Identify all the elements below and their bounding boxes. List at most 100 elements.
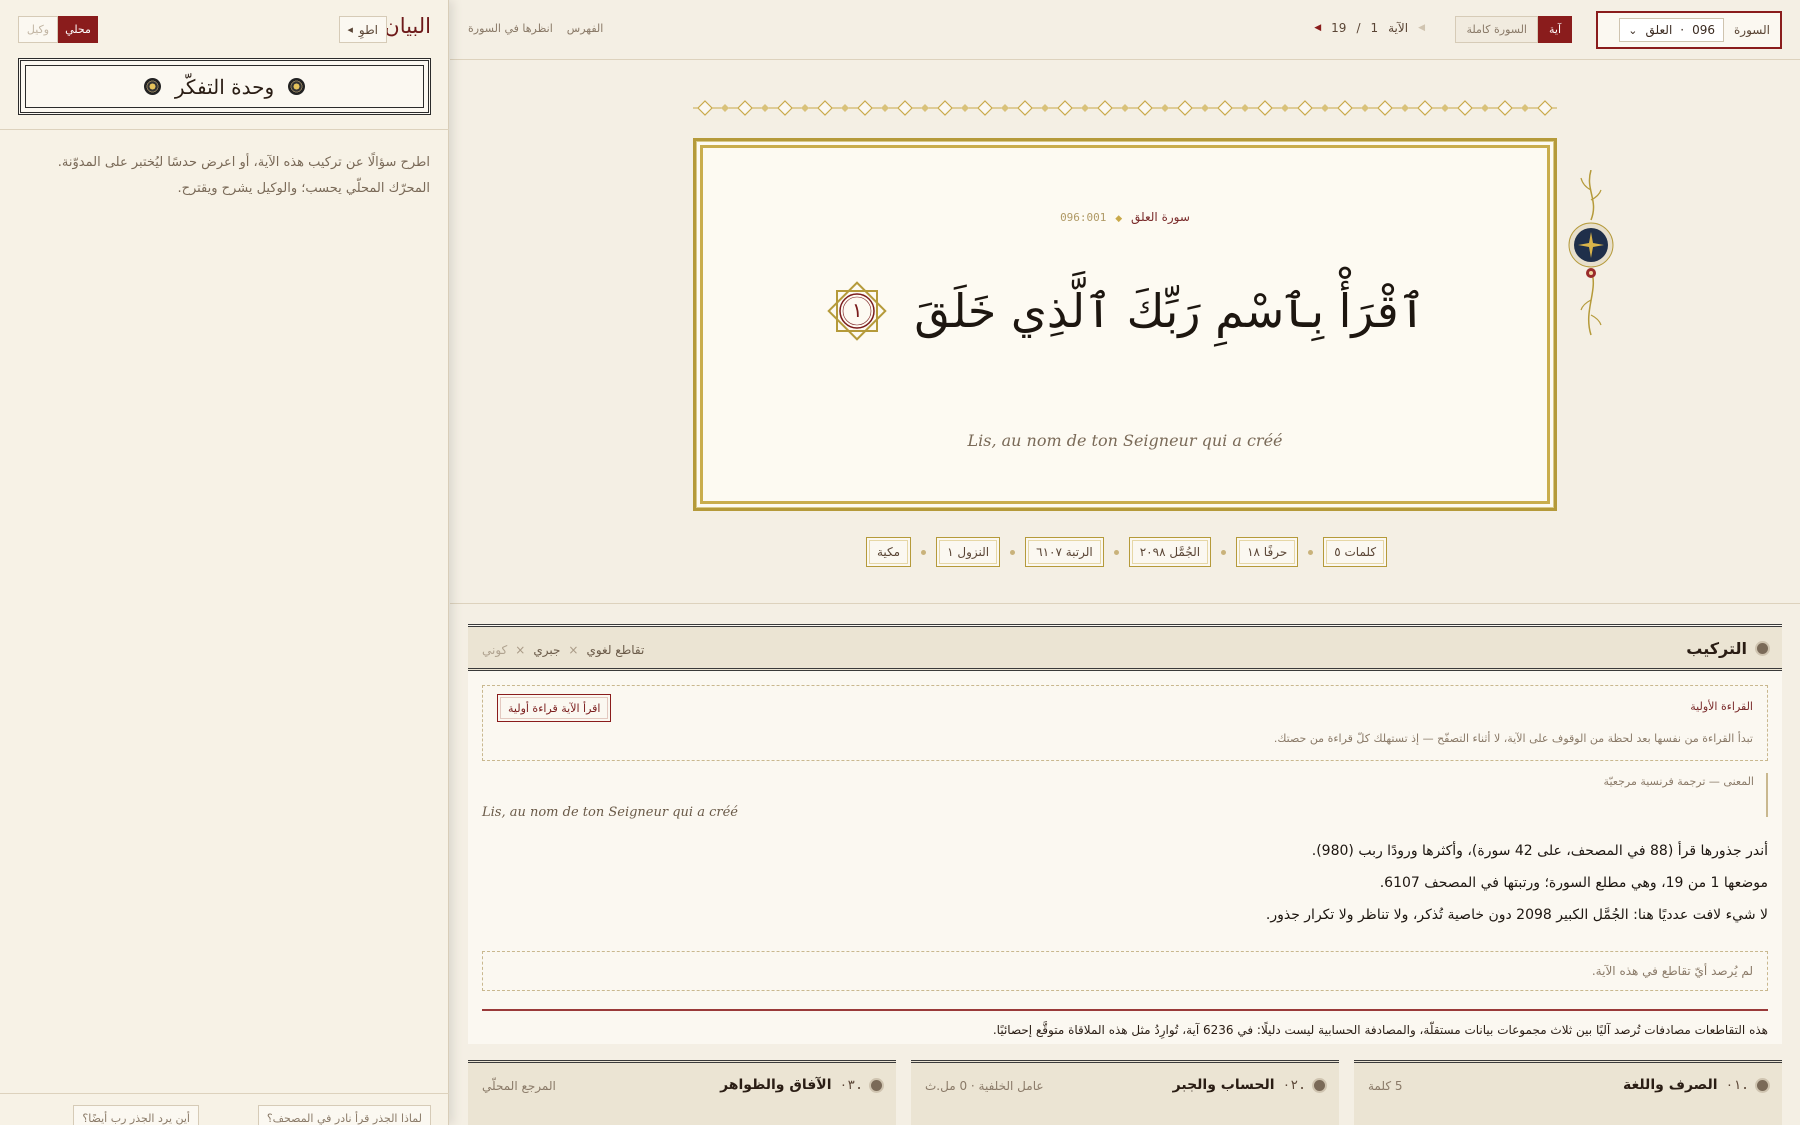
composition-title: التركيب (1686, 639, 1768, 658)
bullet-icon (1314, 1079, 1325, 1091)
ornament-diamond-small (1361, 104, 1369, 112)
ornament-diamond (1337, 100, 1353, 116)
meaning-label: المعنى — ترجمة فرنسية مرجعيّة (1603, 775, 1754, 788)
ornament-diamond (1417, 100, 1433, 116)
view-in-surah-link[interactable]: انظرها في السورة (468, 22, 553, 35)
top-bar: السورة 096 · العلق ⌄ آية السورة كاملة ◀ … (450, 0, 1800, 60)
surah-select-value[interactable]: 096 · العلق ⌄ (1619, 18, 1725, 42)
meaning-text: Lis, au nom de ton Seigneur qui a créé (482, 805, 738, 820)
view-ayah-button[interactable]: آية (1537, 16, 1572, 43)
analysis-line: لا شيء لافت عدديًا هنا: الجُمَّل الكبير … (1265, 907, 1768, 923)
ornament-diamond (1457, 100, 1473, 116)
metric-jummal: الجُمَّل ٢٠٩٨ (1128, 537, 1212, 567)
verse-arabic: ٱقْرَأْ بِٱسْمِ رَبِّكَ ٱلَّذِي خَلَقَ ١ (703, 278, 1547, 344)
ornament-diamond (1257, 100, 1273, 116)
filter-cosmic[interactable]: كوني (482, 643, 507, 657)
separator-x: × (568, 643, 579, 657)
ornament-diamond-small (921, 104, 929, 112)
ornament-diamond (1177, 100, 1193, 116)
ornament-diamond (1217, 100, 1233, 116)
composition-section: التركيب تقاطع لغوي × جبري × كوني القراءة… (468, 624, 1782, 1044)
ornament-diamond (857, 100, 873, 116)
composition-filters: تقاطع لغوي × جبري × كوني (482, 643, 644, 657)
ornament-diamond (1137, 100, 1153, 116)
suggestion-chip[interactable]: أين يرد الجذر رب أيضًا؟ (73, 1105, 199, 1125)
ornament-diamond-small (1441, 104, 1449, 112)
meaning-accent-bar (1766, 773, 1768, 817)
card-horizons[interactable]: .٠٣ الآفاق والظواهر المرجع المحلّي (468, 1060, 896, 1125)
next-ayah-icon[interactable]: ◀ (1314, 23, 1321, 33)
card-number: .٠٢ (1282, 1077, 1306, 1093)
no-intersections-notice: لم يُرصد أيّ تقاطع في هذه الآية. (482, 951, 1768, 991)
ornament-diamond (737, 100, 753, 116)
card-morphology[interactable]: .٠١ الصرف واللغة 5 كلمة (1354, 1060, 1782, 1125)
filter-linguistic[interactable]: تقاطع لغوي (586, 643, 644, 657)
separator-dot (1010, 549, 1016, 555)
ornament-diamond-small (1041, 104, 1049, 112)
ornament-diamond (697, 100, 713, 116)
verse-metrics: كلمات ٥ حرفًا ١٨ الجُمَّل ٢٠٩٨ الرتبة ٦١… (866, 537, 1388, 567)
ornament-diamond (937, 100, 953, 116)
ornament-diamond-small (1321, 104, 1329, 112)
card-arithmetic[interactable]: .٠٢ الحساب والجبر عامل الخلفية · 0 مل.ث (911, 1060, 1339, 1125)
surah-name: العلق (1645, 23, 1673, 37)
bullet-icon (1757, 1079, 1768, 1091)
reflection-panel: البيان ◀ اطوِ وكيل محلي وحدة التفكّر اطر… (0, 0, 449, 1125)
index-link[interactable]: الفهرس (567, 22, 604, 35)
surah-select[interactable]: السورة 096 · العلق ⌄ (1596, 11, 1782, 49)
suggestion-chip[interactable]: لماذا الجذر قرأ نادر في المصحف؟ (257, 1105, 431, 1125)
card-title: الصرف واللغة (1622, 1077, 1718, 1093)
first-reading-button[interactable]: اقرأ الآية قراءة أولية (497, 694, 612, 722)
ornament-diamond (977, 100, 993, 116)
mode-local-button[interactable]: محلي (58, 16, 98, 43)
collapse-button[interactable]: ◀ اطوِ (338, 16, 387, 43)
ornament-diamond (897, 100, 913, 116)
composition-title-text: التركيب (1686, 639, 1747, 658)
separator-dot (1113, 549, 1119, 555)
metric-words: كلمات ٥ (1323, 537, 1388, 567)
ornament-diamond-small (761, 104, 769, 112)
view-full-surah-button[interactable]: السورة كاملة (1455, 16, 1538, 43)
diamond-icon: ◆ (1115, 214, 1123, 224)
first-reading-box: القراءة الأولية اقرأ الآية قراءة أولية ت… (482, 685, 1768, 761)
surah-select-label: السورة (1734, 23, 1770, 37)
metric-type: مكية (866, 537, 912, 567)
panel-header: البيان ◀ اطوِ وكيل محلي وحدة التفكّر (0, 0, 449, 130)
ayah-label: الآية (1388, 21, 1409, 35)
card-meta: 5 كلمة (1368, 1079, 1403, 1093)
ornament-diamond-small (1401, 104, 1409, 112)
ornament-diamond (777, 100, 793, 116)
verse-code: 096:001 (1060, 211, 1107, 224)
ornament-diamond-small (841, 104, 849, 112)
card-number: .٠٣ (839, 1077, 863, 1093)
card-meta: عامل الخلفية · 0 مل.ث (925, 1079, 1044, 1093)
ayah-separator: / (1356, 21, 1361, 35)
ornament-diamond (817, 100, 833, 116)
bullet-icon (1757, 643, 1768, 654)
ornament-diamond (1497, 100, 1513, 116)
chevron-down-icon: ⌄ (1628, 23, 1638, 37)
ornament-diamond-small (1081, 104, 1089, 112)
prev-ayah-icon[interactable]: ◀ (1418, 23, 1425, 33)
unit-label: وحدة التفكّر (174, 74, 275, 99)
ornament-diamond-small (881, 104, 889, 112)
rosette-icon (288, 78, 306, 95)
separator-dot (1221, 549, 1227, 555)
ornament-diamond-small (721, 104, 729, 112)
dot-separator: · (1680, 23, 1685, 37)
ornament-diamond (1097, 100, 1113, 116)
surah-ref-name: سورة العلق (1131, 210, 1190, 224)
suggestion-bar: لماذا الجذر قرأ نادر في المصحف؟ أين يرد … (0, 1093, 449, 1125)
verse-text: ٱقْرَأْ بِٱسْمِ رَبِّكَ ٱلَّذِي خَلَقَ (914, 284, 1426, 338)
card-title: الحساب والجبر (1172, 1077, 1275, 1093)
ayah-number: ١ (851, 298, 863, 322)
caret-left-icon: ◀ (347, 25, 353, 34)
card-meta: المرجع المحلّي (482, 1079, 556, 1093)
analysis-line: موضعها 1 من 19، وهي مطلع السورة؛ ورتبتها… (1379, 875, 1768, 891)
analysis-line: أندر جذورها قرأ (88 في المصحف، على 42 سو… (1311, 843, 1768, 859)
verse-translation: Lis, au nom de ton Seigneur qui a créé (967, 431, 1283, 450)
collapse-label: اطوِ (358, 22, 378, 37)
filter-algebraic[interactable]: جبري (533, 643, 560, 657)
composition-footnote: هذه التقاطعات مصادفات تُرصد آليًا بين ثل… (992, 1023, 1768, 1037)
mode-agent-button[interactable]: وكيل (18, 16, 58, 43)
